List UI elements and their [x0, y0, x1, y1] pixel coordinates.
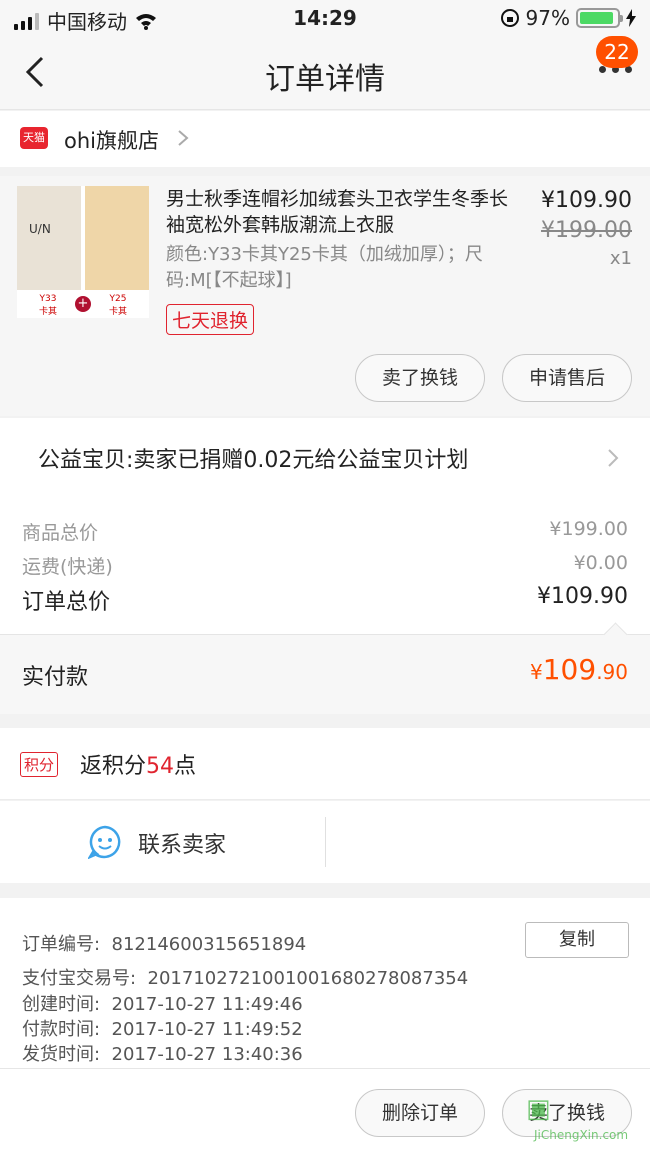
paid-time-label: 付款时间: [22, 1019, 101, 1040]
product-attributes: 颜色:Y33卡其Y25卡其（加绒加厚）；尺码:M[【不起球】] [166, 244, 483, 291]
original-price: ¥199.00 [541, 218, 632, 243]
order-number-line: 订单编号: 81214600315651894 [22, 930, 306, 956]
battery-percent: 97% [525, 6, 570, 30]
chevron-right-icon [178, 130, 189, 146]
charging-icon [626, 9, 636, 27]
shipped-time-label: 发货时间: [22, 1044, 101, 1065]
copy-button[interactable]: 复制 [525, 922, 629, 958]
after-sale-button[interactable]: 申请售后 [502, 354, 632, 402]
price-breakdown: 商品总价 ¥199.00 运费(快递) ¥0.00 订单总价 ¥109.90 [0, 498, 650, 634]
thumb-label-right: Y25 卡其 [108, 294, 127, 317]
product-price: ¥109.90 [541, 188, 632, 213]
charity-row[interactable]: 公益宝贝:卖家已捐赠0.02元给公益宝贝计划 [0, 418, 650, 498]
paid-currency: ¥ [530, 660, 543, 684]
nav-bar: 订单详情 22 [0, 36, 650, 110]
shipped-time-line: 发货时间: 2017-10-27 13:40:36 [22, 1040, 303, 1066]
product-card[interactable]: U/N Y33 卡其 + Y25 卡其 男士秋季连帽衫加绒套头卫衣学生冬季长袖宽… [0, 176, 650, 416]
points-value: 54 [146, 754, 175, 779]
shipping-label: 运费(快递) [22, 556, 113, 578]
goods-total-label: 商品总价 [22, 522, 99, 544]
shop-row[interactable]: 天猫 ohi旗舰店 [0, 111, 650, 167]
order-number-label: 订单编号: [22, 934, 101, 955]
paid-amount: ¥109.90 [530, 653, 628, 686]
order-total-value: ¥109.90 [537, 584, 628, 609]
points-prefix: 返积分 [80, 754, 147, 779]
contact-row: 联系卖家 [0, 801, 650, 883]
paid-time-value: 2017-10-27 11:49:52 [111, 1019, 303, 1040]
alipay-number-line: 支付宝交易号: 2017102721001001680278087354 [22, 964, 468, 990]
created-time-line: 创建时间: 2017-10-27 11:49:46 [22, 990, 303, 1016]
shipped-time-value: 2017-10-27 13:40:36 [111, 1044, 303, 1065]
product-thumbnail[interactable]: U/N Y33 卡其 + Y25 卡其 [17, 186, 149, 318]
points-suffix: 点 [174, 754, 197, 779]
paid-row: 实付款 ¥109.90 [0, 634, 650, 714]
paid-decimal: .90 [596, 660, 628, 684]
contact-seller-button[interactable]: 联系卖家 [138, 827, 226, 859]
thumb-label-left: Y33 卡其 [38, 294, 57, 317]
order-number-value: 81214600315651894 [111, 934, 307, 955]
message-badge: 22 [596, 36, 638, 68]
delete-order-button[interactable]: 删除订单 [355, 1089, 485, 1137]
points-row: 积分 返积分54点 [0, 728, 650, 800]
status-bar: 中国移动 14:29 97% [0, 0, 650, 36]
chevron-right-icon [608, 449, 619, 467]
tmall-logo: 天猫 [20, 127, 48, 149]
plus-icon: + [75, 296, 91, 312]
shop-name: ohi旗舰店 [64, 129, 159, 153]
goods-total-value: ¥199.00 [549, 518, 628, 540]
product-image-left: U/N [17, 186, 81, 290]
watermark-text: JiChengXin.com [534, 1128, 629, 1142]
created-time-label: 创建时间: [22, 994, 101, 1015]
paid-label: 实付款 [22, 665, 89, 690]
watermark-mark: ▣ [526, 1094, 551, 1124]
points-tag: 积分 [20, 752, 59, 777]
paid-integer: 109 [542, 653, 597, 686]
battery-icon [576, 8, 623, 28]
alipay-number-value: 2017102721001001680278087354 [147, 968, 469, 989]
paid-time-line: 付款时间: 2017-10-27 11:49:52 [22, 1015, 303, 1041]
watermark-logo: ▣ JiChengXin.com [526, 1094, 644, 1150]
product-quantity: x1 [609, 248, 632, 269]
created-time-value: 2017-10-27 11:49:46 [111, 994, 303, 1015]
charity-text: 公益宝贝:卖家已捐赠0.02元给公益宝贝计划 [38, 448, 469, 473]
return-badge: 七天退换 [166, 304, 255, 335]
order-total-label: 订单总价 [22, 590, 111, 615]
product-image-right [85, 186, 149, 290]
alipay-number-label: 支付宝交易号: [22, 968, 137, 989]
order-info: 订单编号: 81214600315651894 复制 支付宝交易号: 20171… [0, 898, 650, 1068]
bottom-action-bar: 删除订单 卖了换钱 ▣ JiChengXin.com [0, 1068, 650, 1156]
status-right: 97% [500, 6, 636, 30]
points-text: 返积分54点 [80, 748, 196, 780]
sell-button[interactable]: 卖了换钱 [355, 354, 485, 402]
product-title: 男士秋季连帽衫加绒套头卫衣学生冬季长袖宽松外套韩版潮流上衣服 [166, 188, 509, 236]
divider [325, 817, 326, 867]
rotation-lock-icon [500, 9, 519, 27]
chat-icon[interactable] [88, 825, 122, 859]
shipping-value: ¥0.00 [573, 552, 628, 574]
page-title: 订单详情 [265, 62, 385, 97]
